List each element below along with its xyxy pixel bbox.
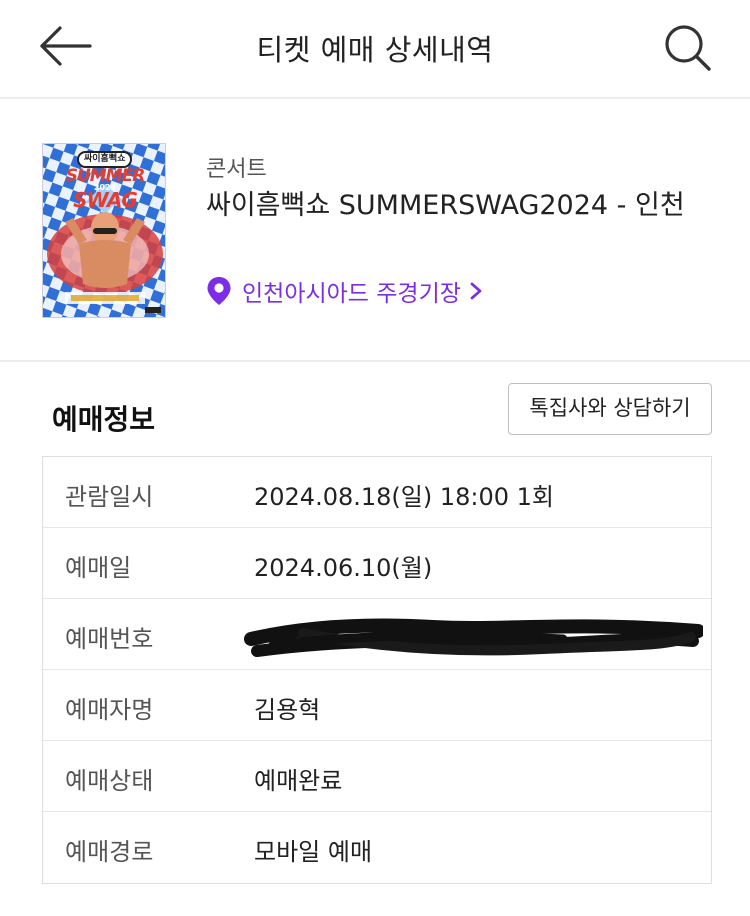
- search-icon: [665, 25, 711, 71]
- row-label: 예매번호: [65, 625, 154, 653]
- booking-section-title: 예매정보: [52, 403, 156, 436]
- top-bar: 티켓 예매 상세내역: [0, 0, 750, 99]
- event-title: 싸이흠뻑쇼 SUMMERSWAG2024 - 인천: [206, 190, 685, 221]
- event-poster[interactable]: 싸이흠뻑쇼 SUMMER 2024 SWAG: [42, 143, 166, 318]
- page-title: 티켓 예매 상세내역: [256, 33, 494, 67]
- row-value: 2024.06.10(월): [254, 554, 433, 582]
- booking-info-table: 관람일시 2024.08.18(일) 18:00 1회 예매일 2024.06.…: [42, 456, 712, 884]
- row-value: 김용혁: [254, 696, 321, 724]
- row-label: 관람일시: [65, 483, 154, 511]
- consult-button[interactable]: 톡집사와 상담하기: [508, 383, 712, 435]
- booking-row-viewing-date: 관람일시 2024.08.18(일) 18:00 1회: [43, 457, 711, 528]
- row-label: 예매자명: [65, 696, 154, 724]
- search-button[interactable]: [660, 20, 716, 76]
- chevron-right-icon: [470, 282, 482, 300]
- booking-row-booking-number: 예매번호: [43, 599, 711, 670]
- poster-headline-2: SWAG: [73, 188, 138, 212]
- event-summary: 싸이흠뻑쇼 SUMMER 2024 SWAG 콘서트 싸이흠뻑쇼 SUMMERS…: [0, 101, 750, 361]
- row-label: 예매경로: [65, 838, 154, 866]
- venue-link[interactable]: 인천아시아드 주경기장: [206, 275, 483, 307]
- ticket-detail-screen: 티켓 예매 상세내역 싸이흠뻑쇼 SUMMER 2024 SWAG 콘서트 싸이…: [0, 0, 750, 916]
- booking-row-booking-status: 예매상태 예매완료: [43, 741, 711, 812]
- section-divider: [0, 360, 750, 362]
- booking-row-booking-channel: 예매경로 모바일 예매: [43, 812, 711, 883]
- row-value: 예매완료: [254, 767, 343, 795]
- redaction-scribble: [244, 618, 703, 657]
- row-value: 2024.08.18(일) 18:00 1회: [254, 483, 554, 511]
- event-category: 콘서트: [206, 157, 267, 182]
- row-label: 예매일: [65, 554, 132, 582]
- location-pin-icon: [207, 277, 231, 305]
- booking-row-booker-name: 예매자명 김용혁: [43, 670, 711, 741]
- row-label: 예매상태: [65, 767, 154, 795]
- booking-row-booking-date: 예매일 2024.06.10(월): [43, 528, 711, 599]
- row-value: 모바일 예매: [254, 838, 373, 866]
- venue-label: 인천아시아드 주경기장: [242, 281, 461, 307]
